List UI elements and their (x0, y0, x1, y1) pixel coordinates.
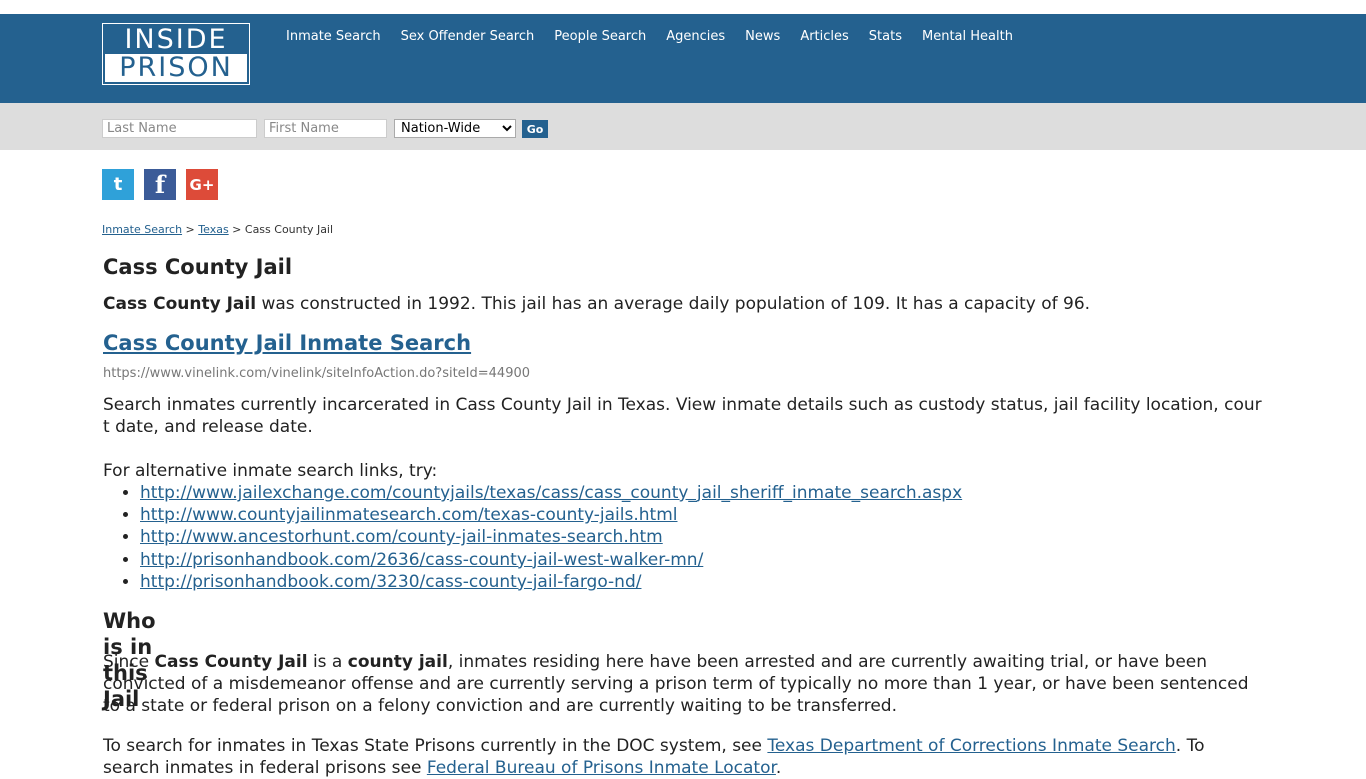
site-logo[interactable]: INSIDE PRISON (102, 23, 250, 85)
texas-doc-search-link[interactable]: Texas Department of Corrections Inmate S… (767, 736, 1175, 756)
inmate-search-link[interactable]: Cass County Jail Inmate Search (103, 331, 471, 355)
list-item: http://prisonhandbook.com/2636/cass-coun… (140, 549, 962, 571)
alt-link-jailexchange[interactable]: http://www.jailexchange.com/countyjails/… (140, 483, 962, 503)
alt-link-countyjailinmatesearch[interactable]: http://www.countyjailinmatesearch.com/te… (140, 505, 677, 525)
list-item: http://prisonhandbook.com/3230/cass-coun… (140, 571, 962, 593)
breadcrumb: Inmate Search > Texas > Cass County Jail (102, 223, 333, 236)
last-name-input[interactable] (102, 119, 257, 138)
nav-news[interactable]: News (745, 29, 780, 45)
breadcrumb-inmate-search[interactable]: Inmate Search (102, 223, 182, 236)
since-text-2: is a (307, 652, 348, 672)
first-name-input[interactable] (264, 119, 387, 138)
breadcrumb-texas[interactable]: Texas (198, 223, 228, 236)
alt-links-list: http://www.jailexchange.com/countyjails/… (103, 482, 962, 593)
list-item: http://www.ancestorhunt.com/county-jail-… (140, 526, 962, 548)
logo-line-2: PRISON (105, 54, 247, 82)
twitter-icon[interactable]: t (102, 169, 134, 200)
to-search-text-3: . (775, 758, 782, 778)
search-bar: Nation-Wide Go (0, 103, 1366, 150)
breadcrumb-separator: > (185, 223, 195, 236)
nav-sex-offender-search[interactable]: Sex Offender Search (401, 29, 535, 45)
alt-link-prisonhandbook-west-walker[interactable]: http://prisonhandbook.com/2636/cass-coun… (140, 550, 703, 570)
page-title: Cass County Jail (103, 255, 293, 279)
nav-people-search[interactable]: People Search (554, 29, 646, 45)
intro-bold: Cass County Jail (103, 294, 257, 314)
to-search-paragraph: To search for inmates in Texas State Pri… (103, 735, 1263, 779)
region-select[interactable]: Nation-Wide (394, 119, 516, 138)
since-text-1: Since (103, 652, 155, 672)
intro-paragraph: Cass County Jail was constructed in 1992… (103, 293, 1263, 315)
nav-mental-health[interactable]: Mental Health (922, 29, 1013, 45)
inmate-search-url: https://www.vinelink.com/vinelink/siteIn… (103, 366, 531, 381)
nav-agencies[interactable]: Agencies (666, 29, 725, 45)
alt-links-heading: For alternative inmate search links, try… (103, 461, 438, 481)
google-plus-icon[interactable]: G+ (186, 169, 218, 200)
facebook-icon[interactable]: f (144, 169, 176, 200)
since-bold-1: Cass County Jail (154, 652, 308, 672)
intro-text: was constructed in 1992. This jail has a… (256, 294, 1091, 314)
nav-stats[interactable]: Stats (869, 29, 902, 45)
to-search-text-1: To search for inmates in Texas State Pri… (103, 736, 768, 756)
breadcrumb-current: Cass County Jail (244, 223, 334, 236)
since-bold-2: county jail (347, 652, 448, 672)
main-nav: Inmate Search Sex Offender Search People… (286, 29, 1013, 45)
breadcrumb-separator: > (232, 223, 242, 236)
nav-inmate-search[interactable]: Inmate Search (286, 29, 381, 45)
since-paragraph: Since Cass County Jail is a county jail,… (103, 651, 1263, 717)
nav-articles[interactable]: Articles (800, 29, 848, 45)
go-button[interactable]: Go (522, 120, 548, 138)
top-strip (0, 0, 1366, 14)
alt-link-ancestorhunt[interactable]: http://www.ancestorhunt.com/county-jail-… (140, 527, 663, 547)
federal-bop-locator-link[interactable]: Federal Bureau of Prisons Inmate Locator (427, 758, 776, 778)
list-item: http://www.jailexchange.com/countyjails/… (140, 482, 962, 504)
list-item: http://www.countyjailinmatesearch.com/te… (140, 504, 962, 526)
inmate-search-heading: Cass County Jail Inmate Search (103, 328, 471, 358)
logo-line-1: INSIDE (124, 24, 228, 55)
social-buttons: t f G+ (102, 169, 218, 200)
search-description: Search inmates currently incarcerated in… (103, 395, 1262, 437)
alt-link-prisonhandbook-fargo[interactable]: http://prisonhandbook.com/3230/cass-coun… (140, 572, 641, 592)
site-header: INSIDE PRISON Inmate Search Sex Offender… (0, 14, 1366, 103)
